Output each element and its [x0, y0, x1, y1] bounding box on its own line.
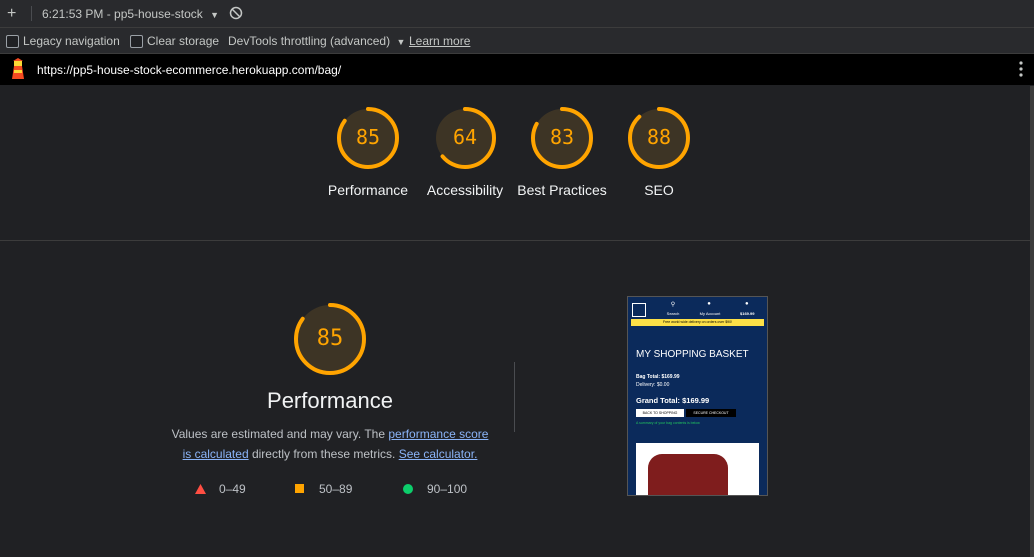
- more-options-icon[interactable]: [1019, 61, 1023, 80]
- performance-description: Values are estimated and may vary. The p…: [160, 424, 500, 464]
- legend-pass-range: 90–100: [427, 482, 468, 496]
- cart-icon: ●: [745, 301, 749, 307]
- gauge-score: 83: [549, 125, 575, 149]
- logo-icon: [632, 303, 646, 317]
- gauge-score: 64: [452, 125, 478, 149]
- throttling-label: DevTools throttling (advanced): [228, 34, 391, 48]
- gauge-label: Accessibility: [426, 182, 504, 198]
- phone-heading: MY SHOPPING BASKET: [636, 349, 749, 360]
- add-icon[interactable]: +: [7, 5, 16, 23]
- chevron-down-icon: ▼: [396, 37, 406, 47]
- phone-search-label: Search: [666, 311, 680, 316]
- scrollbar[interactable]: [1030, 86, 1034, 557]
- phone-bag-total: Bag Total: $169.99: [636, 374, 680, 380]
- throttling-select[interactable]: DevTools throttling (advanced) ▼: [228, 34, 405, 48]
- fail-triangle-icon: [195, 483, 206, 497]
- report-selector[interactable]: 6:21:53 PM - pp5-house-stock ▼: [42, 7, 219, 21]
- phone-delivery-banner: Free world wide delivery on orders over …: [631, 319, 764, 326]
- gauge-label: Best Practices: [517, 182, 607, 198]
- clear-storage-label: Clear storage: [147, 34, 220, 48]
- desc-text-1: Values are estimated and may vary. The: [171, 427, 386, 441]
- see-calculator-link[interactable]: See calculator.: [399, 447, 478, 461]
- desc-text-2: directly from these metrics.: [251, 447, 396, 461]
- lighthouse-icon: [9, 58, 27, 83]
- pass-circle-icon: [403, 484, 413, 494]
- average-square-icon: [295, 484, 304, 493]
- phone-bag-total-top: $169.99: [740, 311, 755, 316]
- phone-grand-total: Grand Total: $169.99: [636, 396, 710, 405]
- phone-account-label: My Account: [699, 311, 721, 316]
- report-time-label: 6:21:53 PM - pp5-house-stock: [42, 7, 203, 21]
- phone-back-button: BACK TO SHOPPING: [636, 409, 684, 417]
- learn-more-link[interactable]: Learn more: [409, 34, 470, 48]
- legacy-navigation-checkbox[interactable]: [6, 35, 19, 48]
- performance-score-large: 85: [316, 326, 344, 351]
- gauge-score: 88: [646, 125, 672, 149]
- performance-title: Performance: [267, 388, 393, 413]
- phone-delivery: Delivery: $0.00: [636, 382, 670, 388]
- page-url[interactable]: https://pp5-house-stock-ecommerce.heroku…: [37, 63, 341, 77]
- toolbar-separator: [31, 6, 32, 21]
- account-icon: ●: [707, 301, 711, 307]
- section-divider: [0, 240, 1030, 241]
- gauge-label: SEO: [644, 182, 674, 198]
- gauge-label: Performance: [327, 182, 409, 198]
- chevron-down-icon: ▼: [210, 10, 220, 20]
- vertical-divider: [514, 362, 515, 432]
- phone-checkout-button: SECURE CHECKOUT: [686, 409, 736, 417]
- phone-summary-text: A summary of your bag contents is below: [636, 421, 700, 425]
- is-calculated-link[interactable]: is calculated: [183, 447, 249, 461]
- performance-score-link[interactable]: performance score: [388, 427, 488, 441]
- product-image: [648, 454, 728, 495]
- search-icon: ⚲: [670, 302, 676, 308]
- final-screenshot: ⚲ Search ● My Account ● $169.99 Free wor…: [627, 296, 768, 496]
- legacy-navigation-label: Legacy navigation: [23, 34, 120, 48]
- clear-block-icon[interactable]: [229, 6, 243, 23]
- clear-storage-checkbox[interactable]: [130, 35, 143, 48]
- legend-average-range: 50–89: [319, 482, 353, 496]
- legend-fail-range: 0–49: [219, 482, 246, 496]
- gauge-score: 85: [355, 125, 381, 149]
